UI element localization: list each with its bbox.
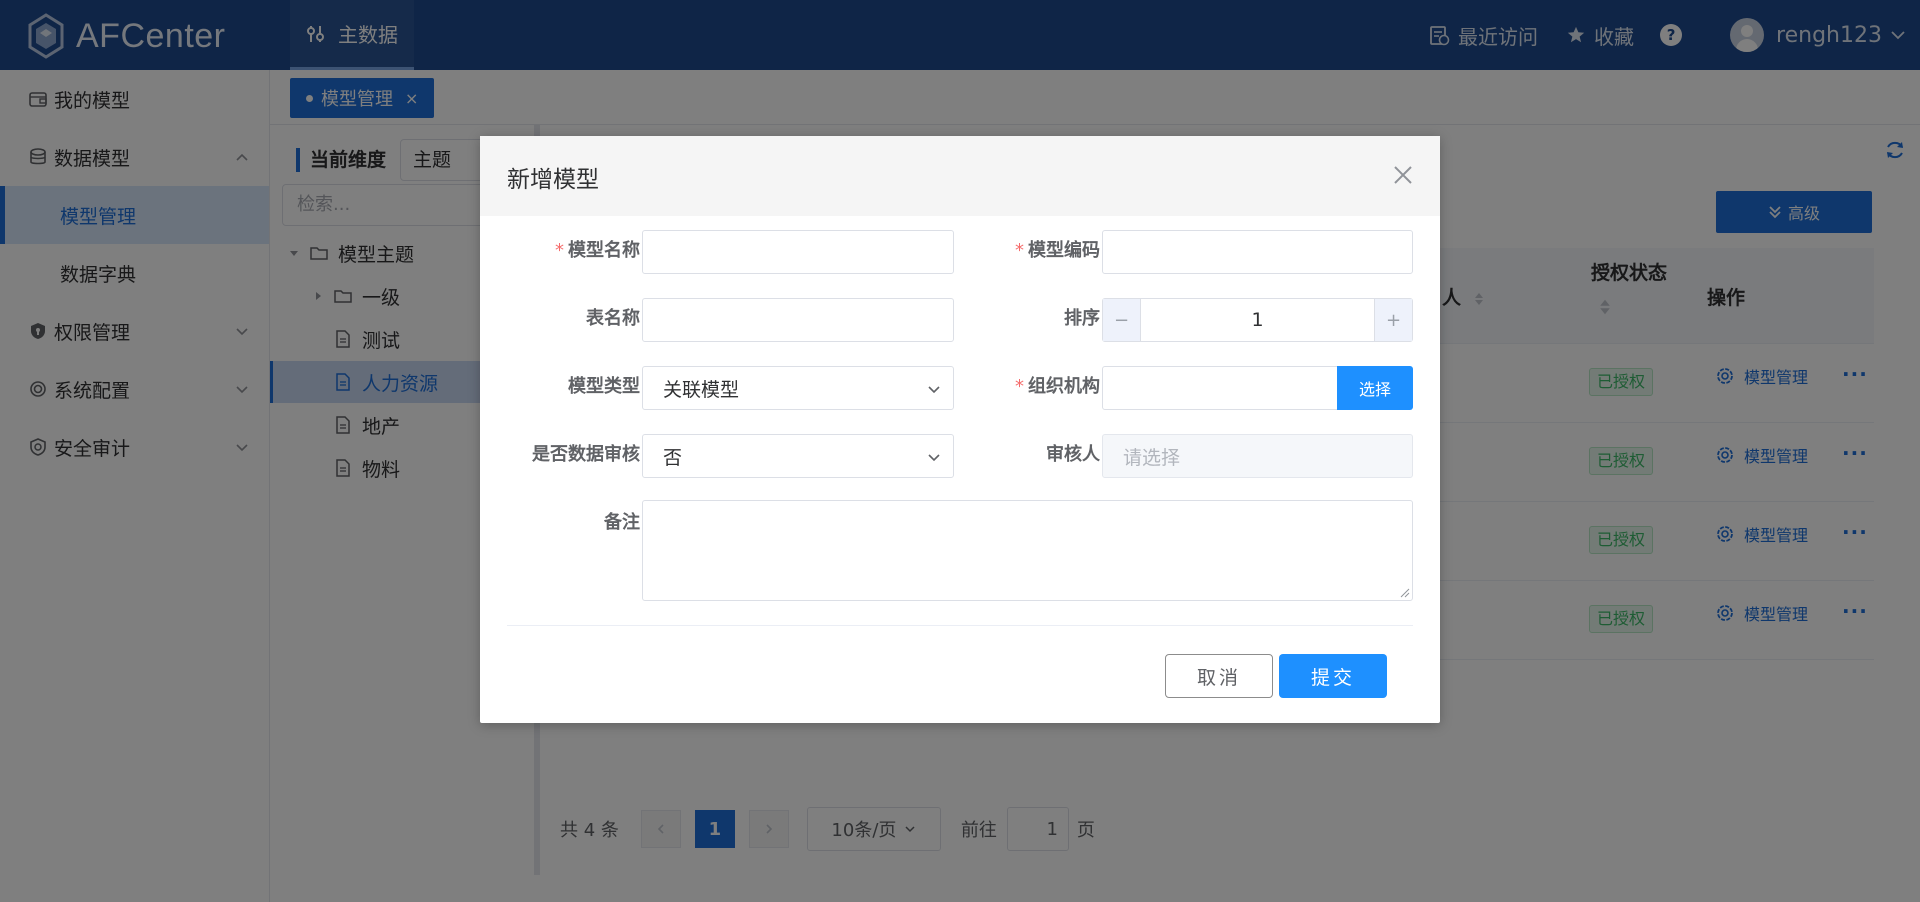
model-code-input[interactable] xyxy=(1102,230,1413,274)
sort-stepper[interactable]: − 1 + xyxy=(1102,298,1413,342)
model-code-label: * 模型编码 xyxy=(940,236,1100,262)
chevron-down-icon xyxy=(928,386,940,394)
org-label: * 组织机构 xyxy=(940,372,1100,398)
required-mark: * xyxy=(1015,376,1024,397)
add-model-dialog: 新增模型 * 模型名称 * 模型编码 表名称 排序 − 1 + 模型类型 关联模型 … xyxy=(480,136,1440,723)
resize-handle-icon[interactable] xyxy=(1400,588,1410,598)
remark-label: 备注 xyxy=(604,512,640,533)
model-name-label-text: 模型名称 xyxy=(568,240,640,261)
org-select-button[interactable]: 选择 xyxy=(1337,366,1413,410)
sort-decrement-button[interactable]: − xyxy=(1103,299,1141,341)
model-name-label: * 模型名称 xyxy=(480,236,640,262)
org-input[interactable] xyxy=(1102,366,1338,410)
dialog-title: 新增模型 xyxy=(507,167,599,193)
sort-increment-button[interactable]: + xyxy=(1374,299,1412,341)
data-audit-select[interactable]: 否 xyxy=(642,434,954,478)
org-label-text: 组织机构 xyxy=(1028,376,1100,397)
model-type-label: 模型类型 xyxy=(568,376,640,397)
dialog-divider xyxy=(507,625,1413,626)
required-mark: * xyxy=(555,240,564,261)
data-audit-label: 是否数据审核 xyxy=(532,444,640,465)
table-name-input[interactable] xyxy=(642,298,954,342)
remark-textarea[interactable] xyxy=(642,500,1413,601)
auditor-label: 审核人 xyxy=(1046,444,1100,465)
submit-button[interactable]: 提交 xyxy=(1279,654,1387,698)
auditor-select: 请选择 xyxy=(1102,434,1413,478)
sort-label: 排序 xyxy=(1064,308,1100,329)
cancel-button[interactable]: 取消 xyxy=(1165,654,1273,698)
model-code-label-text: 模型编码 xyxy=(1028,240,1100,261)
data-audit-value: 否 xyxy=(663,446,683,469)
model-name-input[interactable] xyxy=(642,230,954,274)
model-type-select[interactable]: 关联模型 xyxy=(642,366,954,410)
required-mark: * xyxy=(1015,240,1024,261)
sort-value[interactable]: 1 xyxy=(1251,309,1263,331)
model-type-value: 关联模型 xyxy=(663,378,740,401)
dialog-header: 新增模型 xyxy=(480,136,1440,216)
close-icon[interactable] xyxy=(1392,164,1414,186)
chevron-down-icon xyxy=(928,454,940,462)
table-name-label: 表名称 xyxy=(586,308,640,329)
